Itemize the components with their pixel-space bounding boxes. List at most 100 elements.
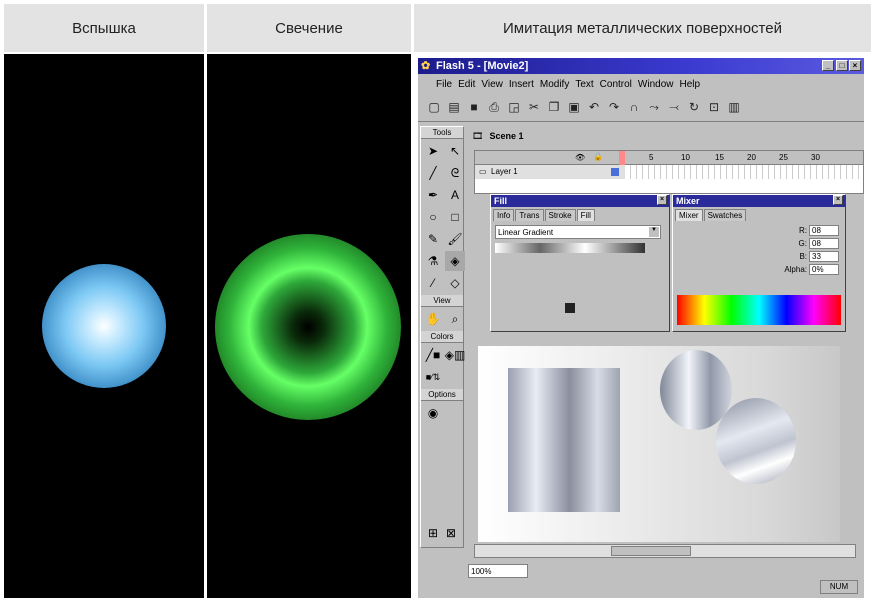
stroke-color-icon[interactable]: ╱■ [423, 345, 443, 365]
straighten-icon[interactable]: ⤙ [666, 99, 682, 115]
g-label: G: [798, 239, 807, 248]
menu-edit[interactable]: Edit [458, 79, 475, 90]
maximize-button[interactable]: □ [836, 60, 848, 71]
flash-window: ✿ Flash 5 - [Movie2] _ □ × File Edit Vie… [418, 58, 864, 598]
metal-demo-panel: ✿ Flash 5 - [Movie2] _ □ × File Edit Vie… [414, 54, 871, 598]
chevron-down-icon[interactable]: ▼ [649, 227, 659, 237]
tab-swatches[interactable]: Swatches [703, 209, 747, 221]
ink-bottle-icon[interactable]: ⚗ [423, 251, 443, 271]
b-field[interactable]: 33 [809, 251, 839, 262]
menu-window[interactable]: Window [638, 79, 674, 90]
align-icon[interactable]: ▥ [726, 99, 742, 115]
tab-stroke[interactable]: Stroke [544, 209, 576, 221]
oval-tool-icon[interactable]: ○ [423, 207, 443, 227]
header-glow: Свечение [207, 4, 411, 52]
flash-glow-shape [42, 264, 166, 388]
print-icon[interactable]: ⎙ [486, 99, 502, 115]
gradient-transform-icon[interactable]: ⊠ [443, 523, 459, 543]
r-field[interactable]: 08 [809, 225, 839, 236]
playhead[interactable] [619, 151, 625, 165]
open-folder-icon[interactable]: ▤ [446, 99, 462, 115]
menu-file[interactable]: File [436, 79, 452, 90]
view-label: View [421, 295, 463, 307]
rotate-icon[interactable]: ↻ [686, 99, 702, 115]
line-tool-icon[interactable]: ╱ [423, 163, 443, 183]
layer-row[interactable]: ▭ Layer 1 [475, 165, 863, 179]
menu-modify[interactable]: Modify [540, 79, 569, 90]
scene-label[interactable]: Scene 1 [489, 131, 523, 141]
swap-colors-icon[interactable]: ■⁄⇅ [423, 367, 443, 387]
menu-text[interactable]: Text [575, 79, 593, 90]
frame-number: 15 [715, 153, 724, 162]
zoom-select[interactable]: 100% [468, 564, 528, 578]
menu-control[interactable]: Control [600, 79, 632, 90]
save-icon[interactable]: ■ [466, 99, 482, 115]
lock-icon[interactable]: 🔒 [593, 152, 603, 161]
tools-panel: Tools ➤ ↖ ╱ ᘓ ✒ A ○ □ ✎ 🖌 ⚗ ◈ ⁄ ◇ View ✋… [420, 126, 466, 548]
redo-icon[interactable]: ↷ [606, 99, 622, 115]
menu-help[interactable]: Help [680, 79, 701, 90]
snap-icon[interactable]: ⊞ [425, 523, 441, 543]
frame-number: 25 [779, 153, 788, 162]
magnet-icon[interactable]: ∩ [626, 99, 642, 115]
new-file-icon[interactable]: ▢ [426, 99, 442, 115]
fill-panel-titlebar: Fill × [491, 195, 669, 207]
arrow-tool-icon[interactable]: ➤ [423, 141, 443, 161]
menu-view[interactable]: View [481, 79, 503, 90]
rect-tool-icon[interactable]: □ [445, 207, 465, 227]
window-title: Flash 5 - [Movie2] [436, 60, 529, 72]
lock-fill-icon[interactable]: ◉ [423, 403, 443, 423]
minimize-button[interactable]: _ [822, 60, 834, 71]
g-field[interactable]: 08 [809, 238, 839, 249]
eraser-icon[interactable]: ◇ [445, 273, 465, 293]
menu-insert[interactable]: Insert [509, 79, 534, 90]
horizontal-scrollbar[interactable] [474, 544, 856, 558]
eyedropper-icon[interactable]: ⁄ [423, 273, 443, 293]
undo-icon[interactable]: ↶ [586, 99, 602, 115]
tab-mixer[interactable]: Mixer [675, 209, 703, 221]
status-num: NUM [820, 580, 858, 594]
r-label: R: [799, 226, 807, 235]
tools-label: Tools [421, 127, 463, 139]
tab-fill[interactable]: Fill [576, 209, 595, 221]
pen-tool-icon[interactable]: ✒ [423, 185, 443, 205]
brush-tool-icon[interactable]: 🖌 [445, 229, 465, 249]
scene-icon: 🎞 [472, 130, 484, 141]
paste-icon[interactable]: ▣ [566, 99, 582, 115]
fill-color-icon[interactable]: ◈▥ [445, 345, 466, 365]
tab-trans[interactable]: Trans [515, 209, 544, 221]
lasso-tool-icon[interactable]: ᘓ [445, 163, 465, 183]
gradient-bar[interactable] [495, 243, 645, 253]
zoom-tool-icon[interactable]: ⌕ [445, 309, 465, 329]
pencil-tool-icon[interactable]: ✎ [423, 229, 443, 249]
close-button[interactable]: × [849, 60, 861, 71]
hand-tool-icon[interactable]: ✋ [423, 309, 443, 329]
gradient-type-select[interactable]: Linear Gradient ▼ [495, 225, 661, 239]
print-preview-icon[interactable]: ◲ [506, 99, 522, 115]
eye-icon[interactable]: 👁 [575, 153, 585, 162]
flash-app-icon: ✿ [421, 60, 431, 72]
fill-close-button[interactable]: × [657, 195, 667, 205]
copy-icon[interactable]: ❐ [546, 99, 562, 115]
color-spectrum[interactable] [677, 295, 841, 325]
subselect-tool-icon[interactable]: ↖ [445, 141, 465, 161]
scrollbar-thumb[interactable] [611, 546, 691, 556]
scale-icon[interactable]: ⊡ [706, 99, 722, 115]
status-num-label: NUM [829, 582, 849, 591]
layer-name[interactable]: Layer 1 [491, 167, 518, 176]
toolbar-divider [418, 121, 864, 122]
cut-icon[interactable]: ✂ [526, 99, 542, 115]
stage-canvas[interactable] [478, 346, 840, 542]
b-label: B: [799, 252, 807, 261]
paint-bucket-icon[interactable]: ◈ [445, 251, 465, 271]
tab-info[interactable]: Info [493, 209, 515, 221]
fill-tabs: Info Trans Stroke Fill [491, 207, 669, 221]
frame-cells[interactable] [625, 165, 863, 179]
text-tool-icon[interactable]: A [445, 185, 465, 205]
save-swatch-icon[interactable] [565, 303, 575, 313]
mixer-close-button[interactable]: × [833, 195, 843, 205]
smooth-icon[interactable]: ⤳ [646, 99, 662, 115]
alpha-field[interactable]: 0% [809, 264, 839, 275]
frame-number: 20 [747, 153, 756, 162]
colors-label: Colors [421, 331, 463, 343]
